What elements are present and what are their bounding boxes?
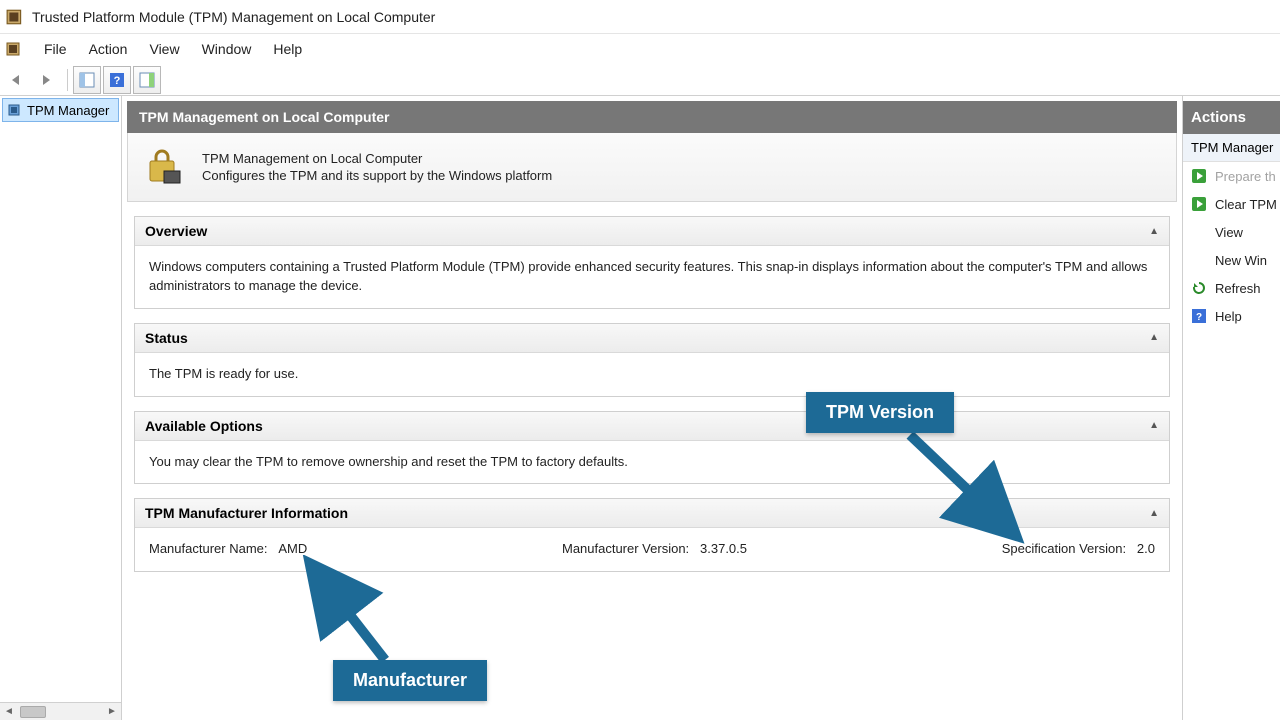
help-icon: ? [109, 72, 125, 88]
action-help[interactable]: ? Help [1183, 302, 1280, 330]
mfr-version-value: 3.37.0.5 [700, 541, 747, 556]
refresh-icon [1191, 280, 1207, 296]
mfr-name-value: AMD [278, 541, 307, 556]
status-body: The TPM is ready for use. [135, 353, 1169, 396]
forward-button[interactable] [34, 66, 62, 94]
section-header-mfr[interactable]: TPM Manufacturer Information ▲ [135, 499, 1169, 528]
arrow-left-icon [9, 73, 27, 87]
svg-text:?: ? [1196, 312, 1202, 323]
help-icon: ? [1191, 308, 1207, 324]
mfr-row: Manufacturer Name: AMD Manufacturer Vers… [149, 540, 1155, 559]
section-manufacturer-info: TPM Manufacturer Information ▲ Manufactu… [134, 498, 1170, 572]
action-pane-button[interactable] [133, 66, 161, 94]
chip-icon [7, 102, 23, 118]
svg-text:?: ? [114, 75, 121, 87]
section-status: Status ▲ The TPM is ready for use. [134, 323, 1170, 397]
action-label: View [1215, 225, 1243, 240]
tpm-app-icon [6, 8, 24, 26]
play-icon [1191, 168, 1207, 184]
help-toolbar-button[interactable]: ? [103, 66, 131, 94]
lock-chip-icon [144, 147, 184, 187]
blank-icon [1191, 224, 1207, 240]
section-header-overview[interactable]: Overview ▲ [135, 217, 1169, 246]
action-label: Clear TPM [1215, 197, 1277, 212]
collapse-icon: ▲ [1149, 332, 1159, 343]
content-header: TPM Management on Local Computer [127, 101, 1177, 133]
spec-version-label: Specification Version: [1002, 541, 1126, 556]
toolbar: ? [0, 64, 1280, 96]
menu-window[interactable]: Window [192, 37, 262, 61]
scroll-thumb[interactable] [20, 706, 46, 718]
blank-icon [1191, 252, 1207, 268]
action-clear-tpm[interactable]: Clear TPM [1183, 190, 1280, 218]
content-pane: TPM Management on Local Computer TPM Man… [122, 96, 1182, 720]
action-view[interactable]: View [1183, 218, 1280, 246]
console-tree-button[interactable] [73, 66, 101, 94]
action-refresh[interactable]: Refresh [1183, 274, 1280, 302]
section-header-options[interactable]: Available Options ▲ [135, 412, 1169, 441]
arrow-right-icon [39, 73, 57, 87]
collapse-icon: ▲ [1149, 508, 1159, 519]
toolbar-separator [67, 69, 68, 91]
play-icon [1191, 196, 1207, 212]
section-title: Available Options [145, 418, 263, 434]
actions-pane: Actions TPM Manager Prepare th Clear TPM… [1182, 96, 1280, 720]
spec-version-value: 2.0 [1137, 541, 1155, 556]
tree-horizontal-scrollbar[interactable]: ◄ ► [0, 702, 121, 720]
menu-action[interactable]: Action [79, 37, 138, 61]
tree-pane: TPM Manager ◄ ► [0, 96, 122, 720]
callout-manufacturer: Manufacturer [333, 660, 487, 701]
action-prepare-tpm[interactable]: Prepare th [1183, 162, 1280, 190]
tpm-app-icon-small [6, 41, 22, 57]
action-label: New Win [1215, 253, 1267, 268]
titlebar: Trusted Platform Module (TPM) Management… [0, 0, 1280, 34]
menu-view[interactable]: View [139, 37, 189, 61]
action-label: Prepare th [1215, 169, 1276, 184]
tree-item-label: TPM Manager [27, 103, 109, 118]
options-body: You may clear the TPM to remove ownershi… [135, 441, 1169, 484]
callout-tpm-version: TPM Version [806, 392, 954, 433]
menu-file[interactable]: File [34, 37, 77, 61]
scroll-left-icon[interactable]: ◄ [0, 704, 18, 720]
intro-title: TPM Management on Local Computer [202, 151, 552, 166]
section-available-options: Available Options ▲ You may clear the TP… [134, 411, 1170, 485]
section-overview: Overview ▲ Windows computers containing … [134, 216, 1170, 309]
scroll-right-icon[interactable]: ► [103, 704, 121, 720]
intro-box: TPM Management on Local Computer Configu… [127, 133, 1177, 202]
menu-help[interactable]: Help [263, 37, 312, 61]
collapse-icon: ▲ [1149, 420, 1159, 431]
action-new-window[interactable]: New Win [1183, 246, 1280, 274]
actions-header: Actions [1183, 101, 1280, 134]
collapse-icon: ▲ [1149, 226, 1159, 237]
action-label: Help [1215, 309, 1242, 324]
actions-subheader: TPM Manager [1183, 134, 1280, 162]
menubar: File Action View Window Help [0, 34, 1280, 64]
section-header-status[interactable]: Status ▲ [135, 324, 1169, 353]
panel-right-icon [139, 72, 155, 88]
action-label: Refresh [1215, 281, 1261, 296]
intro-desc: Configures the TPM and its support by th… [202, 168, 552, 183]
mfr-name-label: Manufacturer Name: [149, 541, 268, 556]
back-button[interactable] [4, 66, 32, 94]
window-title: Trusted Platform Module (TPM) Management… [32, 9, 435, 25]
tree-item-tpm[interactable]: TPM Manager [2, 98, 119, 122]
panel-icon [79, 72, 95, 88]
overview-body: Windows computers containing a Trusted P… [135, 246, 1169, 308]
section-title: TPM Manufacturer Information [145, 505, 348, 521]
section-title: Status [145, 330, 188, 346]
mfr-version-label: Manufacturer Version: [562, 541, 689, 556]
section-title: Overview [145, 223, 207, 239]
